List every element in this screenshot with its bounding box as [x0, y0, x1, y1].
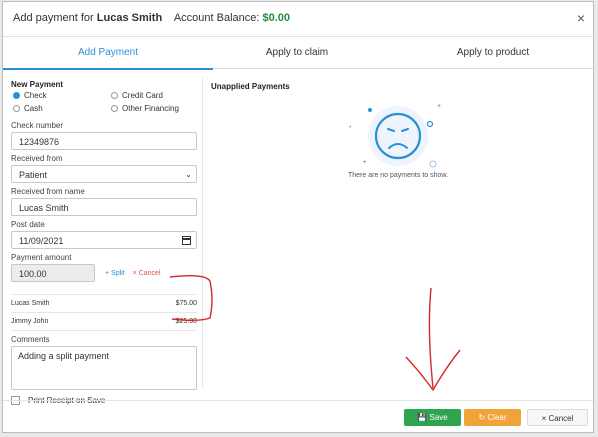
radio-check[interactable]: Check	[13, 91, 47, 100]
patient-name: Lucas Smith	[96, 12, 163, 24]
cancel-split-label: Cancel	[138, 269, 161, 277]
received-from-name-input[interactable]: Lucas Smith	[11, 198, 197, 216]
tab-apply-to-claim[interactable]: Apply to claim	[197, 38, 397, 68]
close-icon-small: ×	[132, 269, 137, 277]
radio-credit-card[interactable]: Credit Card	[111, 91, 163, 100]
payment-method-row-2: Cash Other Financing	[11, 104, 197, 117]
unapplied-payments-title: Unapplied Payments	[211, 82, 290, 91]
post-date-label: Post date	[11, 220, 45, 229]
add-payment-modal: Add payment for Lucas Smith Account Bala…	[2, 1, 594, 433]
received-from-name-label: Received from name	[11, 187, 85, 196]
save-label: Save	[429, 413, 448, 422]
save-button[interactable]: 💾 Save	[404, 409, 461, 426]
received-from-value: Patient	[19, 170, 48, 180]
modal-header: Add payment for Lucas Smith Account Bala…	[3, 2, 593, 37]
column-divider	[202, 78, 203, 388]
radio-other-financing-dot[interactable]	[111, 105, 118, 112]
close-icon: ×	[541, 414, 547, 423]
clear-label: Clear	[487, 413, 507, 422]
cancel-label: Cancel	[548, 414, 574, 423]
new-payment-title: New Payment	[11, 80, 64, 89]
sad-face-illustration: + * +	[349, 103, 441, 168]
radio-cash[interactable]: Cash	[13, 104, 43, 113]
payment-amount-input[interactable]: 100.00	[11, 264, 95, 282]
tab-bar: Add Payment Apply to claim Apply to prod…	[3, 38, 593, 70]
radio-cash-dot[interactable]	[13, 105, 20, 112]
split-amount: $25.00	[175, 318, 197, 325]
radio-credit-card-dot[interactable]	[111, 92, 118, 99]
radio-check-dot[interactable]	[13, 92, 20, 99]
modal-title: Add payment for Lucas Smith Account Bala…	[13, 12, 290, 24]
comments-textarea[interactable]: Adding a split payment	[11, 346, 197, 390]
radio-other-financing[interactable]: Other Financing	[111, 104, 179, 113]
received-from-label: Received from	[11, 154, 63, 163]
payment-amount-label: Payment amount	[11, 253, 72, 262]
chevron-down-icon: ⌄	[185, 170, 192, 179]
balance-value: $0.00	[262, 12, 291, 24]
tab-apply-to-product[interactable]: Apply to product	[393, 38, 593, 68]
radio-credit-card-label: Credit Card	[122, 91, 163, 100]
split-name: Jimmy John	[11, 318, 49, 325]
split-button[interactable]: + Split	[105, 270, 125, 277]
check-number-label: Check number	[11, 121, 64, 130]
decor-ring-large	[429, 160, 437, 168]
decor-star-icon: *	[349, 126, 352, 132]
clear-button[interactable]: ↻ Clear	[464, 409, 521, 426]
title-prefix: Add payment for	[13, 12, 94, 24]
save-icon: 💾	[417, 413, 428, 422]
decor-dot	[368, 108, 372, 112]
post-date-input[interactable]: 11/09/2021	[11, 231, 197, 249]
split-label: Split	[111, 269, 125, 277]
payment-method-row-1: Check Credit Card	[11, 91, 197, 104]
empty-message: There are no payments to show.	[348, 172, 448, 179]
refresh-icon: ↻	[478, 413, 486, 422]
cancel-button[interactable]: × Cancel	[527, 409, 588, 426]
close-icon[interactable]: ×	[577, 10, 585, 26]
tab-add-payment[interactable]: Add Payment	[3, 38, 213, 70]
split-row: Jimmy John $25.00	[11, 313, 197, 331]
received-from-select[interactable]: Patient ⌄	[11, 165, 197, 183]
radio-cash-label: Cash	[24, 104, 43, 113]
payment-amount-row: 100.00 + Split × Cancel	[11, 264, 197, 282]
balance-label: Account Balance:	[173, 12, 260, 24]
radio-other-financing-label: Other Financing	[122, 104, 179, 113]
radio-check-label: Check	[24, 91, 47, 100]
post-date-value: 11/09/2021	[19, 236, 64, 246]
new-payment-form: New Payment Check Credit Card Cash Other…	[11, 80, 197, 405]
plus-icon: +	[105, 269, 110, 277]
split-name: Lucas Smith	[11, 300, 50, 307]
comments-label: Comments	[11, 335, 50, 344]
decor-plus-icon: +	[437, 103, 441, 110]
split-amount: $75.00	[175, 300, 197, 307]
calendar-icon[interactable]	[182, 236, 191, 245]
split-table: Lucas Smith $75.00 Jimmy John $25.00	[11, 294, 197, 331]
decor-ring	[426, 120, 434, 128]
decor-plus-small-icon: +	[363, 160, 367, 166]
split-row: Lucas Smith $75.00	[11, 295, 197, 313]
cancel-split-button[interactable]: × Cancel	[133, 270, 161, 277]
check-number-input[interactable]: 12349876	[11, 132, 197, 150]
